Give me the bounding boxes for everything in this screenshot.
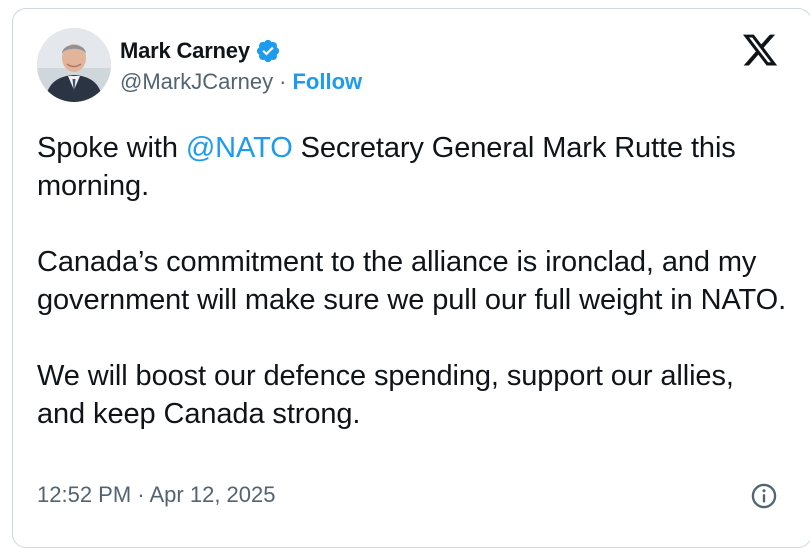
verified-badge-icon	[255, 38, 281, 64]
author-display-name[interactable]: Mark Carney	[120, 38, 250, 64]
mention-link-nato[interactable]: @NATO	[186, 132, 293, 164]
tweet-card: Mark Carney @MarkJCarney · Follow Spoke …	[12, 8, 810, 548]
info-icon[interactable]	[750, 482, 778, 510]
tweet-text: Spoke with @NATO Secretary General Mark …	[37, 129, 787, 471]
tweet-paragraph-3: We will boost our defence spending, supp…	[37, 360, 734, 430]
avatar[interactable]	[37, 28, 111, 102]
tweet-text-segment: Spoke with	[37, 132, 186, 164]
tweet-header: Mark Carney @MarkJCarney · Follow	[37, 28, 362, 102]
tweet-paragraph-1: Spoke with @NATO Secretary General Mark …	[37, 129, 787, 205]
tweet-timestamp[interactable]: 12:52 PM · Apr 12, 2025	[37, 482, 276, 508]
handle-row: @MarkJCarney · Follow	[120, 66, 362, 98]
tweet-paragraph-2: Canada’s commitment to the alliance is i…	[37, 246, 787, 316]
separator-dot: ·	[279, 69, 287, 94]
avatar-image	[37, 28, 111, 102]
x-logo-icon[interactable]	[741, 31, 779, 69]
name-row: Mark Carney	[120, 36, 362, 66]
author-identity: Mark Carney @MarkJCarney · Follow	[120, 28, 362, 98]
author-handle[interactable]: @MarkJCarney	[120, 69, 273, 95]
follow-button[interactable]: Follow	[292, 69, 362, 95]
